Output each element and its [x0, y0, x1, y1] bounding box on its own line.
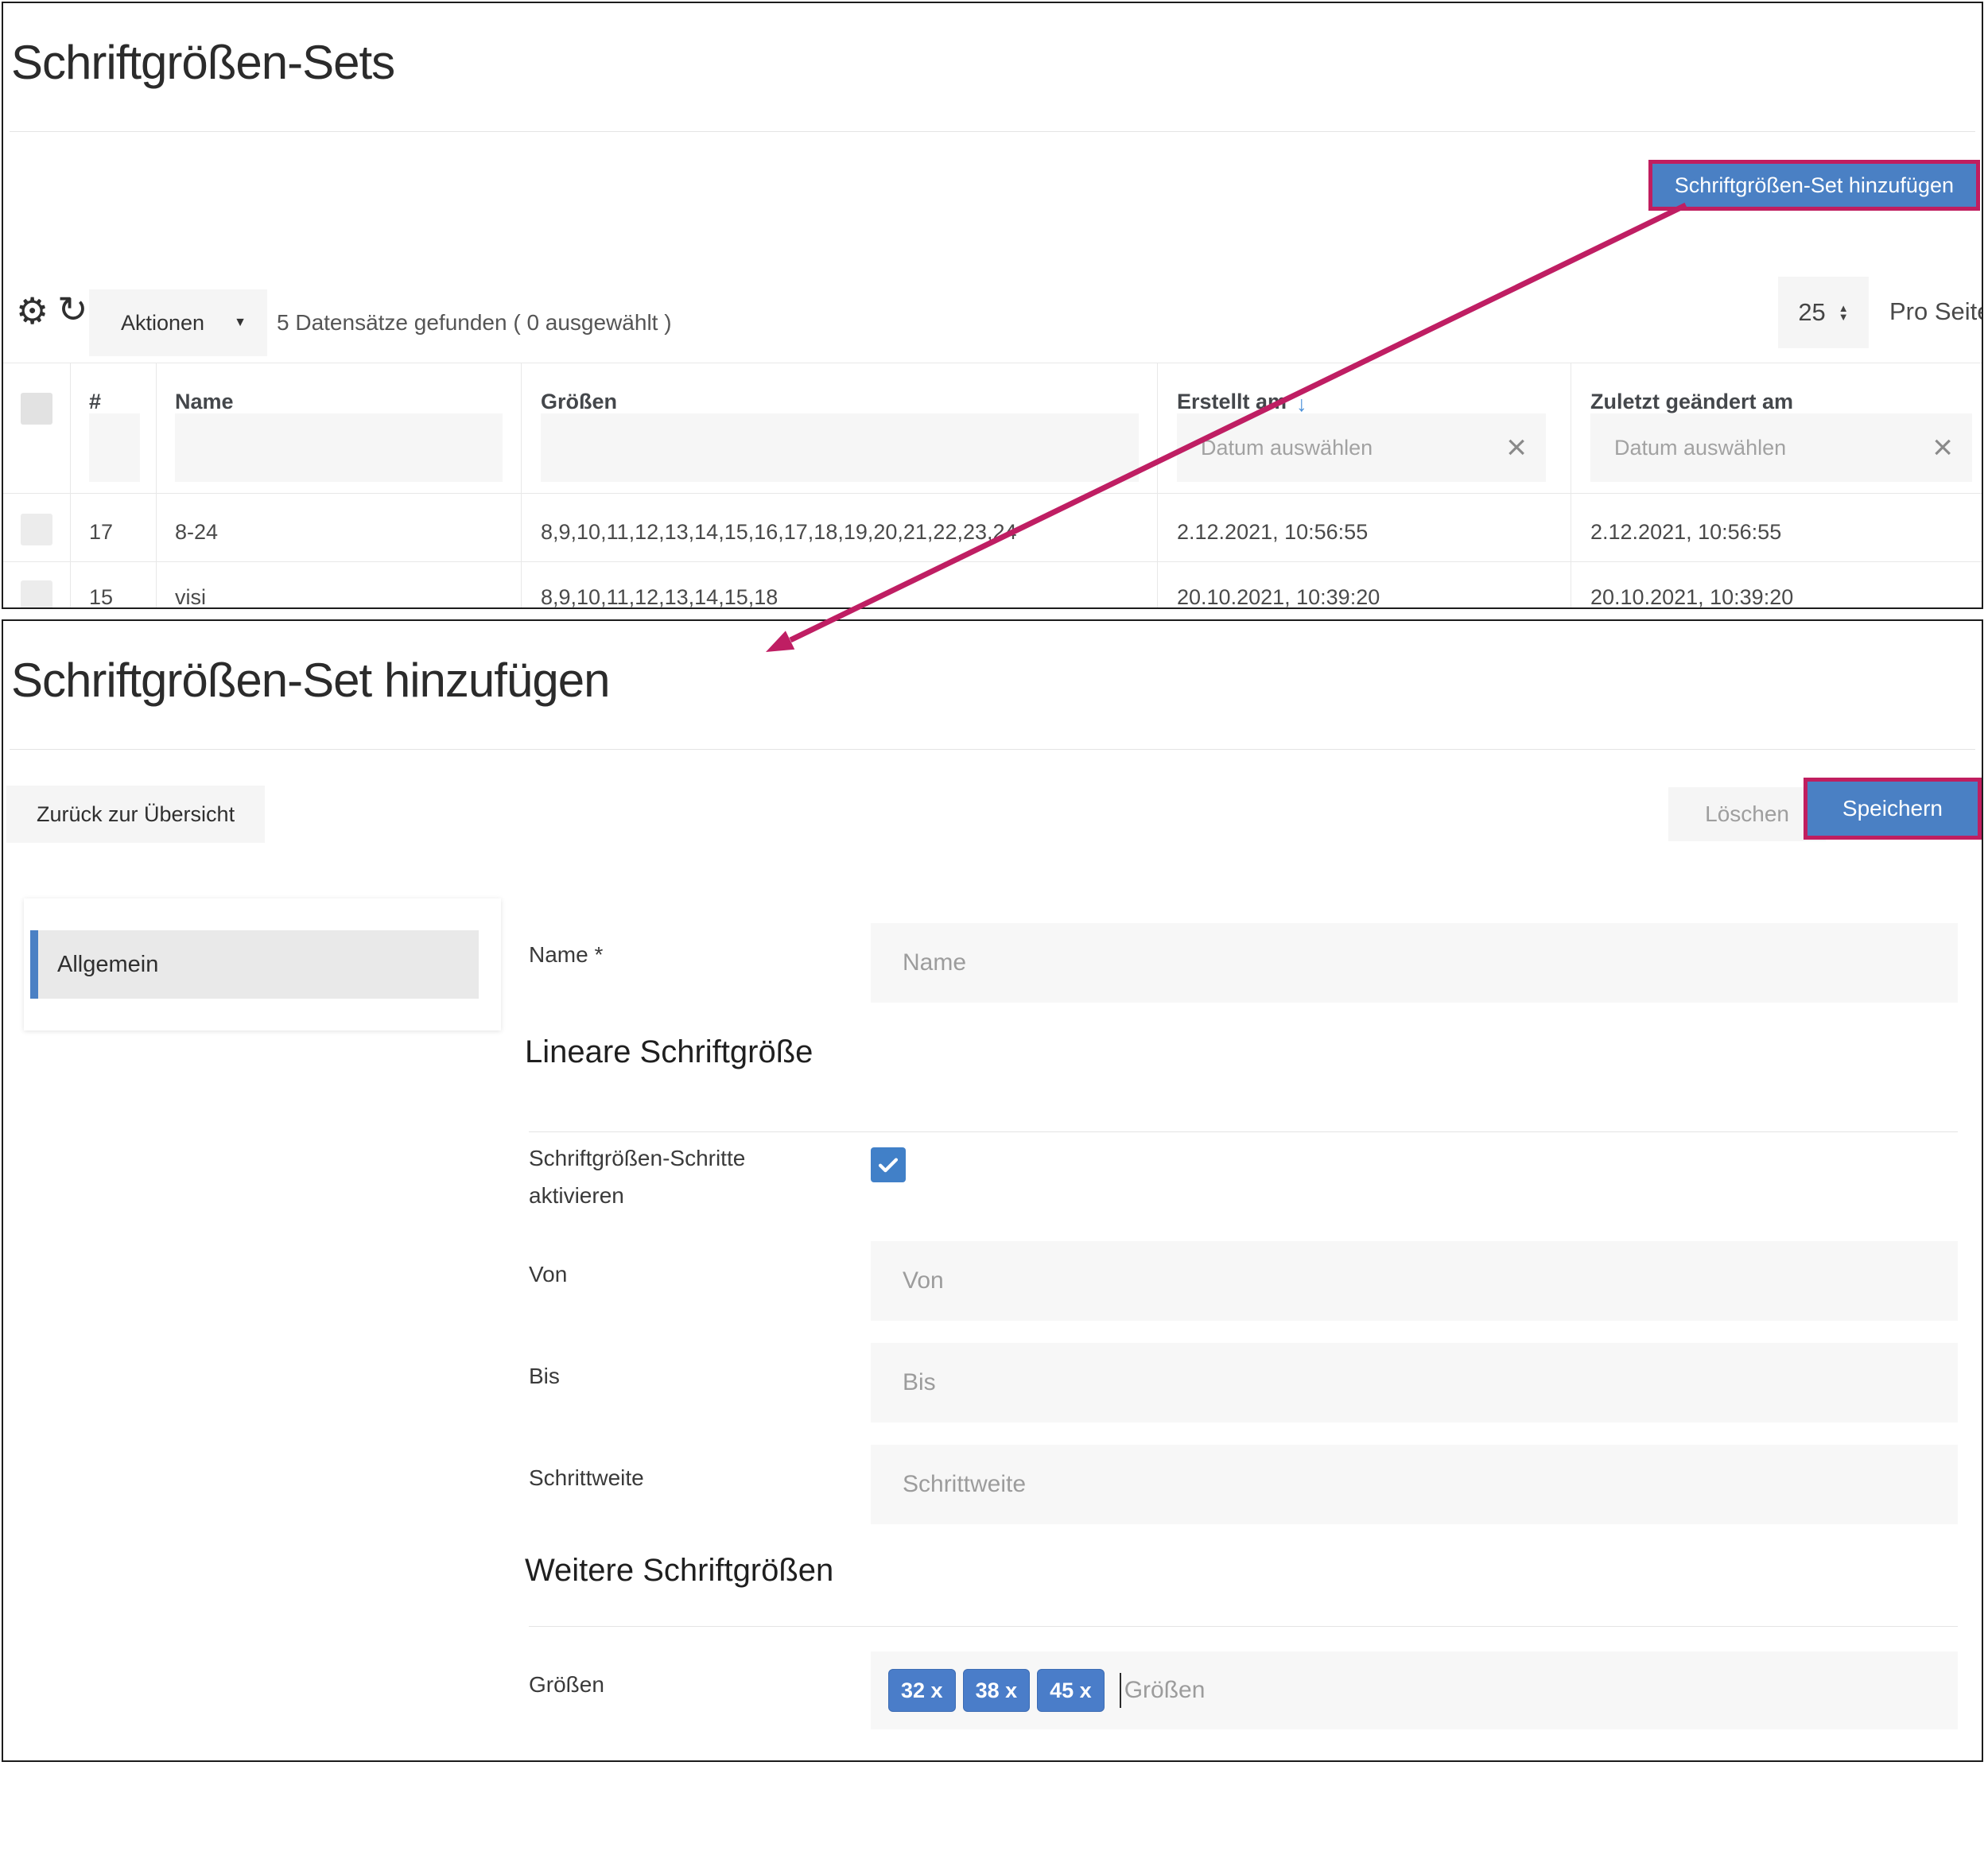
cell-sizes: 8,9,10,11,12,13,14,15,16,17,18,19,20,21,…: [541, 520, 1017, 545]
date-placeholder: Datum auswählen: [1614, 436, 1786, 460]
per-page-label: Pro Seite: [1889, 297, 1983, 326]
section-divider: [529, 1626, 1958, 1627]
chevron-down-icon: ▼: [234, 316, 247, 330]
sort-desc-icon: ↓: [1296, 392, 1307, 416]
cell-created: 2.12.2021, 10:56:55: [1177, 520, 1368, 545]
save-button[interactable]: Speichern: [1807, 782, 1978, 836]
cell-name: 8-24: [175, 520, 218, 545]
add-button-annotation-highlight: Schriftgrößen-Set hinzufügen: [1648, 160, 1980, 211]
column-divider: [70, 363, 71, 607]
sidebar-item-label: Allgemein: [57, 952, 158, 978]
groessen-label: Größen: [529, 1672, 604, 1698]
sizes-tag-input[interactable]: 32 x 38 x 45 x Größen: [871, 1651, 1958, 1729]
cell-name: visi: [175, 585, 206, 609]
text-cursor: [1120, 1673, 1121, 1708]
column-divider: [1157, 363, 1158, 607]
actions-dropdown[interactable]: Aktionen ▼: [89, 289, 267, 356]
gear-icon[interactable]: ⚙: [16, 293, 49, 329]
refresh-icon[interactable]: ↻: [57, 291, 88, 328]
filter-input-sizes[interactable]: [541, 413, 1139, 482]
size-tag[interactable]: 32 x: [888, 1669, 956, 1712]
filter-input-name[interactable]: [175, 413, 503, 482]
result-count: 5 Datensätze gefunden ( 0 ausgewählt ): [277, 310, 672, 336]
section-divider: [529, 1131, 1958, 1132]
sidebar-item-allgemein[interactable]: Allgemein: [30, 930, 479, 999]
steps-checkbox-label: Schriftgrößen-Schritte aktivieren: [529, 1139, 745, 1214]
size-tag[interactable]: 45 x: [1037, 1669, 1105, 1712]
column-header-created[interactable]: Erstellt am↓: [1177, 390, 1307, 414]
column-header-sizes[interactable]: Größen: [541, 390, 617, 414]
name-label: Name *: [529, 942, 603, 968]
column-header-id[interactable]: #: [89, 390, 101, 414]
title-divider: [10, 749, 1975, 750]
check-icon: [875, 1151, 902, 1178]
von-field[interactable]: [871, 1241, 1958, 1321]
header-bottom-border: [3, 493, 1982, 494]
clear-icon[interactable]: ×: [1932, 430, 1953, 465]
cell-created: 20.10.2021, 10:39:20: [1177, 585, 1380, 609]
title-divider: [10, 131, 1975, 132]
page-title: Schriftgrößen-Sets: [11, 35, 394, 90]
column-header-modified[interactable]: Zuletzt geändert am: [1590, 390, 1793, 414]
date-placeholder: Datum auswählen: [1201, 436, 1373, 460]
row-checkbox[interactable]: [21, 514, 52, 545]
schrittweite-field[interactable]: [871, 1445, 1958, 1524]
detail-title: Schriftgrößen-Set hinzufügen: [11, 653, 609, 708]
steps-checkbox-checked[interactable]: [871, 1147, 906, 1182]
cell-modified: 20.10.2021, 10:39:20: [1590, 585, 1793, 609]
cell-id: 15: [89, 585, 113, 609]
detail-panel: Schriftgrößen-Set hinzufügen Zurück zur …: [2, 619, 1983, 1762]
name-field[interactable]: [871, 923, 1958, 1003]
cell-sizes: 8,9,10,11,12,13,14,15,18: [541, 585, 778, 609]
row-checkbox[interactable]: [21, 580, 52, 609]
back-to-overview-button[interactable]: Zurück zur Übersicht: [6, 786, 265, 843]
per-page-value: 25: [1798, 298, 1825, 327]
bis-field[interactable]: [871, 1343, 1958, 1422]
cell-modified: 2.12.2021, 10:56:55: [1590, 520, 1781, 545]
size-tag[interactable]: 38 x: [963, 1669, 1031, 1712]
actions-dropdown-label: Aktionen: [121, 311, 204, 336]
sidebar: Allgemein: [24, 898, 501, 1030]
filter-date-modified[interactable]: Datum auswählen ×: [1590, 413, 1972, 482]
bis-label: Bis: [529, 1364, 560, 1389]
clear-icon[interactable]: ×: [1506, 430, 1527, 465]
overview-panel: Schriftgrößen-Sets Schriftgrößen-Set hin…: [2, 2, 1983, 609]
linear-section-heading: Lineare Schriftgröße: [525, 1034, 813, 1070]
column-divider: [521, 363, 522, 607]
schrittweite-label: Schrittweite: [529, 1465, 644, 1491]
stepper-icon: ▲▼: [1839, 304, 1849, 321]
select-all-checkbox[interactable]: [21, 393, 52, 425]
sizes-placeholder: Größen: [1124, 1677, 1206, 1704]
filter-date-created[interactable]: Datum auswählen ×: [1177, 413, 1546, 482]
filter-input-id[interactable]: [89, 413, 140, 482]
cell-id: 17: [89, 520, 113, 545]
column-header-name[interactable]: Name: [175, 390, 234, 414]
delete-button[interactable]: Löschen: [1668, 787, 1826, 841]
save-button-annotation-highlight: Speichern: [1804, 778, 1982, 840]
more-section-heading: Weitere Schriftgrößen: [525, 1553, 833, 1589]
row-divider: [3, 561, 1982, 562]
add-font-size-set-button[interactable]: Schriftgrößen-Set hinzufügen: [1652, 164, 1976, 207]
column-divider: [156, 363, 157, 607]
von-label: Von: [529, 1262, 567, 1287]
per-page-select[interactable]: 25 ▲▼: [1778, 277, 1869, 348]
